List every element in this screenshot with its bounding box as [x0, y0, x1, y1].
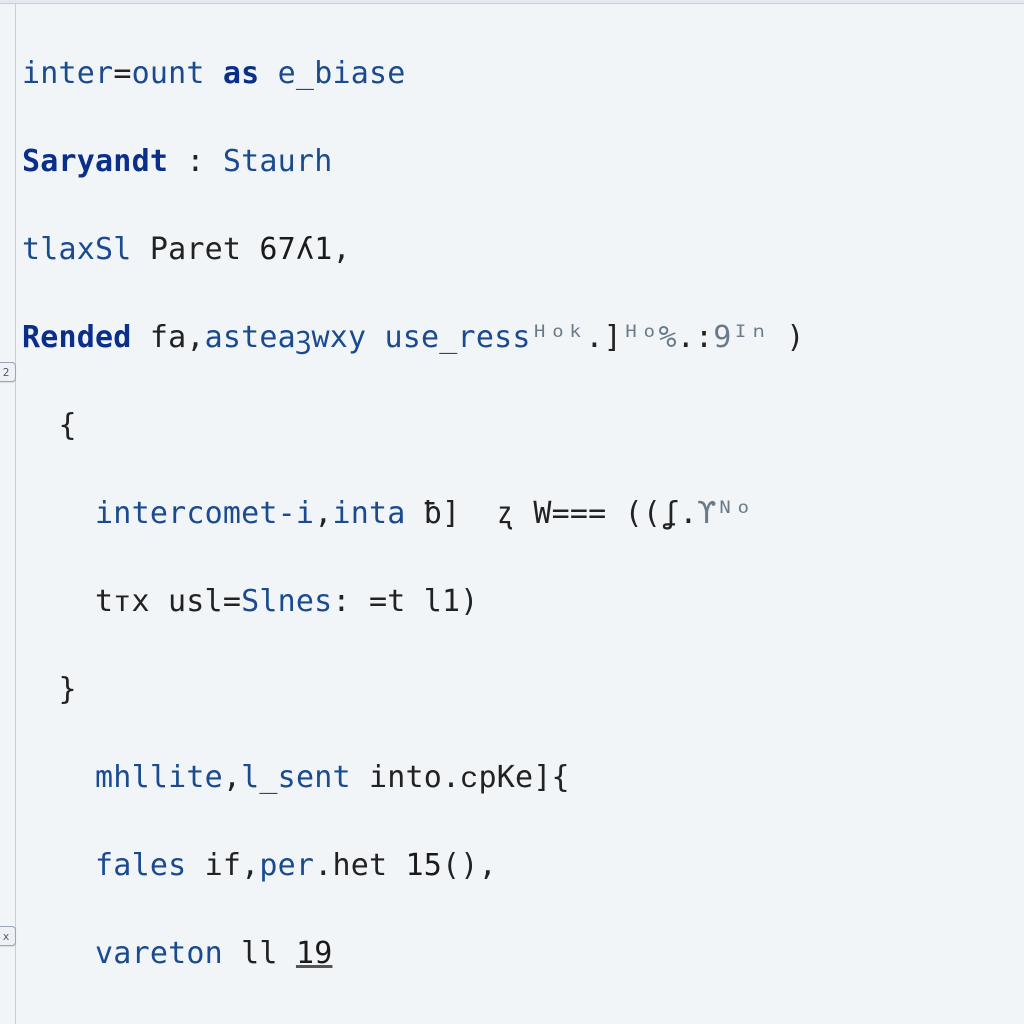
token: Saryandt: [22, 144, 168, 179]
token: inta: [332, 496, 405, 531]
code-line[interactable]: intercomet-i,inta ƀ] ʐ W=== ((ʆ.ϒᴺᵒ: [22, 492, 1022, 536]
token: ,: [223, 760, 241, 795]
code-line[interactable]: Rended fa,asteaꝫwxy use_ressᴴᵒᵏ.]ᴴᵒ%.:9ᴵ…: [22, 316, 1022, 360]
token: Slnes: [241, 584, 332, 619]
token: {: [22, 408, 77, 443]
token: =: [113, 56, 131, 91]
token: as: [205, 56, 278, 91]
token: ƀ] ʐ: [406, 496, 534, 531]
code-line[interactable]: tlaxSl Paret 67ʎ1,: [22, 228, 1022, 272]
code-area[interactable]: inter=ount as e_biase Saryandt : Staurh …: [16, 4, 1024, 1024]
token: }: [22, 672, 77, 707]
token: =: [223, 584, 241, 619]
code-line[interactable]: }: [22, 1020, 1022, 1024]
token: (),: [442, 848, 497, 883]
token: intercomet-i: [95, 496, 314, 531]
token: .:: [677, 320, 714, 355]
token: [22, 760, 95, 795]
token: tlaxSl: [22, 232, 132, 267]
editor-gutter: 2 x: [0, 4, 16, 1024]
token: :: [332, 584, 369, 619]
token: mhllite: [95, 760, 223, 795]
token: fa,: [132, 320, 205, 355]
code-editor[interactable]: 2 x inter=ount as e_biase Saryandt : Sta…: [0, 4, 1024, 1024]
token: 15: [406, 848, 443, 883]
token: ): [768, 320, 805, 355]
code-line[interactable]: mhllite,l_sent into.ᴄpKe]{: [22, 756, 1022, 800]
token: [22, 496, 95, 531]
token: per: [259, 848, 314, 883]
code-line[interactable]: inter=ount as e_biase: [22, 52, 1022, 96]
token: Staurh: [223, 144, 333, 179]
token: ll: [223, 936, 296, 971]
token: ,: [332, 232, 350, 267]
token: fales: [95, 848, 186, 883]
token: ᴴᵒ%: [622, 320, 677, 355]
token: l_sent: [241, 760, 351, 795]
token: .het: [314, 848, 405, 883]
gutter-badge-2[interactable]: 2: [0, 362, 16, 382]
token: ϒᴺᵒ: [698, 496, 753, 531]
token: inter: [22, 56, 113, 91]
code-line[interactable]: {: [22, 404, 1022, 448]
token: into.ᴄpKe]{: [351, 760, 570, 795]
token: e_biase: [278, 56, 406, 91]
token: 19: [296, 936, 333, 971]
token: if,: [186, 848, 259, 883]
token: ,: [314, 496, 332, 531]
token: [22, 848, 95, 883]
token: Rended: [22, 320, 132, 355]
gutter-badge-x[interactable]: x: [0, 926, 16, 946]
code-line[interactable]: fales if,per.het 15(),: [22, 844, 1022, 888]
token: W===: [533, 496, 606, 531]
token: asteaꝫwxy: [205, 320, 367, 355]
code-line[interactable]: vareton ll 19: [22, 932, 1022, 976]
token: Paret: [132, 232, 260, 267]
code-line[interactable]: tᴛx usl=Slnes: =t l1): [22, 580, 1022, 624]
token: tᴛx usl: [22, 584, 223, 619]
token: .]: [585, 320, 622, 355]
code-line[interactable]: }: [22, 668, 1022, 712]
token: 67ʎ1: [259, 232, 332, 267]
token: ((ʆ.: [606, 496, 697, 531]
token: 9ᴵⁿ: [713, 320, 768, 355]
token: use_ress: [366, 320, 530, 355]
token: =t l1): [369, 584, 479, 619]
token: ᴴᵒᵏ: [531, 320, 586, 355]
code-line[interactable]: Saryandt : Staurh: [22, 140, 1022, 184]
token: ount: [132, 56, 205, 91]
token: [22, 936, 95, 971]
token: vareton: [95, 936, 223, 971]
token: :: [168, 144, 223, 179]
